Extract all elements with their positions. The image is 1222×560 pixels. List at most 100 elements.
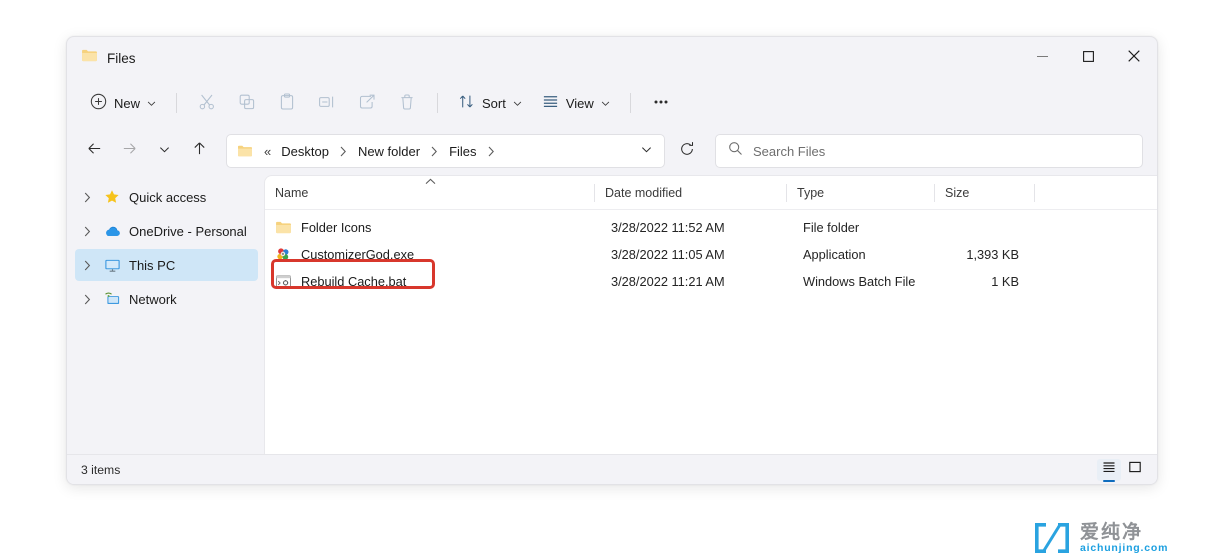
window-title: Files (107, 51, 136, 66)
column-header-size-label: Size (945, 186, 969, 200)
search-box[interactable]: Search Files (715, 134, 1143, 168)
customizergod-app-icon (275, 246, 292, 263)
breadcrumb-item-new-folder[interactable]: New folder (352, 141, 426, 162)
address-bar-row: « Desktop New folder Files (67, 127, 1157, 175)
chevron-down-icon (147, 96, 156, 111)
column-header-type[interactable]: Type (787, 176, 935, 210)
file-type-cell: File folder (793, 214, 941, 241)
watermark: 爱纯净 aichunjing.com (1032, 518, 1168, 558)
sort-button[interactable]: Sort (449, 87, 531, 119)
minimize-icon (1037, 49, 1048, 67)
paste-icon (278, 93, 296, 114)
search-icon (728, 141, 743, 161)
large-icons-view-icon (1128, 460, 1142, 479)
column-header-date-label: Date modified (605, 186, 682, 200)
breadcrumb: « Desktop New folder Files (260, 141, 632, 162)
aichunjing-logo-icon (1032, 518, 1072, 558)
file-list: Folder Icons 3/28/2022 11:52 AM File fol… (265, 210, 1157, 454)
file-name-label: Folder Icons (301, 220, 371, 235)
breadcrumb-overflow[interactable]: « (260, 142, 275, 161)
paste-button[interactable] (268, 87, 306, 119)
cut-button[interactable] (188, 87, 226, 119)
search-input[interactable]: Search Files (753, 144, 825, 159)
file-type-cell: Windows Batch File (793, 268, 941, 295)
arrow-up-icon (191, 140, 208, 162)
toolbar-separator-1 (176, 93, 177, 113)
details-view-icon (1102, 460, 1116, 479)
command-toolbar: New (67, 79, 1157, 127)
file-type-cell: Application (793, 241, 941, 268)
chevron-up-icon (425, 178, 436, 187)
screenshot-root: Files (0, 0, 1222, 560)
view-button-label: View (566, 96, 594, 111)
recent-locations-button[interactable] (147, 135, 181, 167)
file-date-cell: 3/28/2022 11:52 AM (601, 214, 793, 241)
column-header-type-label: Type (797, 186, 824, 200)
file-name-label: CustomizerGod.exe (301, 247, 414, 262)
sidebar-item-onedrive[interactable]: OneDrive - Personal (75, 215, 258, 247)
sort-button-label: Sort (482, 96, 506, 111)
forward-button[interactable] (112, 135, 146, 167)
table-row[interactable]: Rebuild Cache.bat 3/28/2022 11:21 AM Win… (271, 268, 1151, 295)
breadcrumb-item-files[interactable]: Files (443, 141, 482, 162)
sidebar-item-label: Quick access (129, 190, 206, 205)
column-header-name[interactable]: Name (265, 176, 595, 210)
file-name-cell: CustomizerGod.exe (271, 241, 601, 268)
column-header-size[interactable]: Size (935, 176, 1035, 210)
table-row[interactable]: CustomizerGod.exe 3/28/2022 11:05 AM App… (271, 241, 1151, 268)
back-button[interactable] (77, 135, 111, 167)
file-name-label: Rebuild Cache.bat (301, 274, 406, 289)
large-icons-view-button[interactable] (1123, 459, 1147, 481)
file-date-cell: 3/28/2022 11:21 AM (601, 268, 793, 295)
trash-icon (398, 93, 416, 114)
column-headers: Name Date modified Type Size (265, 176, 1157, 210)
file-size-cell (941, 214, 1041, 241)
chevron-right-icon[interactable] (79, 189, 95, 205)
folder-icon (275, 219, 292, 236)
delete-button[interactable] (388, 87, 426, 119)
address-bar[interactable]: « Desktop New folder Files (226, 134, 665, 168)
maximize-button[interactable] (1065, 37, 1111, 79)
copy-icon (238, 93, 256, 114)
watermark-chinese: 爱纯净 (1080, 523, 1168, 542)
file-size-cell: 1,393 KB (941, 241, 1041, 268)
rename-button[interactable] (308, 87, 346, 119)
share-icon (358, 93, 376, 114)
chevron-right-icon[interactable] (79, 223, 95, 239)
see-more-button[interactable] (642, 87, 680, 119)
address-dropdown-button[interactable] (632, 137, 660, 165)
file-name-cell: Rebuild Cache.bat (271, 268, 601, 295)
file-explorer-window: Files (66, 36, 1158, 485)
watermark-text: 爱纯净 aichunjing.com (1080, 523, 1168, 554)
copy-button[interactable] (228, 87, 266, 119)
close-button[interactable] (1111, 37, 1157, 79)
folder-icon (81, 47, 98, 69)
new-button[interactable]: New (81, 87, 165, 119)
chevron-right-icon[interactable] (79, 257, 95, 273)
chevron-right-icon[interactable] (335, 146, 352, 157)
column-header-date-modified[interactable]: Date modified (595, 176, 787, 210)
chevron-down-icon (641, 142, 652, 160)
sidebar-item-network[interactable]: Network (75, 283, 258, 315)
chevron-right-icon[interactable] (426, 146, 443, 157)
rename-icon (318, 93, 336, 114)
network-icon (103, 290, 121, 308)
breadcrumb-item-desktop[interactable]: Desktop (275, 141, 335, 162)
navigation-pane: Quick access OneDrive - Personal (67, 175, 264, 454)
minimize-button[interactable] (1019, 37, 1065, 79)
refresh-button[interactable] (670, 135, 704, 167)
sort-arrows-icon (458, 93, 475, 113)
star-icon (103, 188, 121, 206)
details-view-button[interactable] (1097, 459, 1121, 481)
up-button[interactable] (182, 135, 216, 167)
share-button[interactable] (348, 87, 386, 119)
chevron-right-icon[interactable] (483, 146, 500, 157)
chevron-right-icon[interactable] (79, 291, 95, 307)
window-controls (1019, 37, 1157, 79)
sidebar-item-quick-access[interactable]: Quick access (75, 181, 258, 213)
toolbar-separator-3 (630, 93, 631, 113)
view-button[interactable]: View (533, 87, 619, 119)
scissors-icon (198, 93, 216, 114)
table-row[interactable]: Folder Icons 3/28/2022 11:52 AM File fol… (271, 214, 1151, 241)
sidebar-item-this-pc[interactable]: This PC (75, 249, 258, 281)
